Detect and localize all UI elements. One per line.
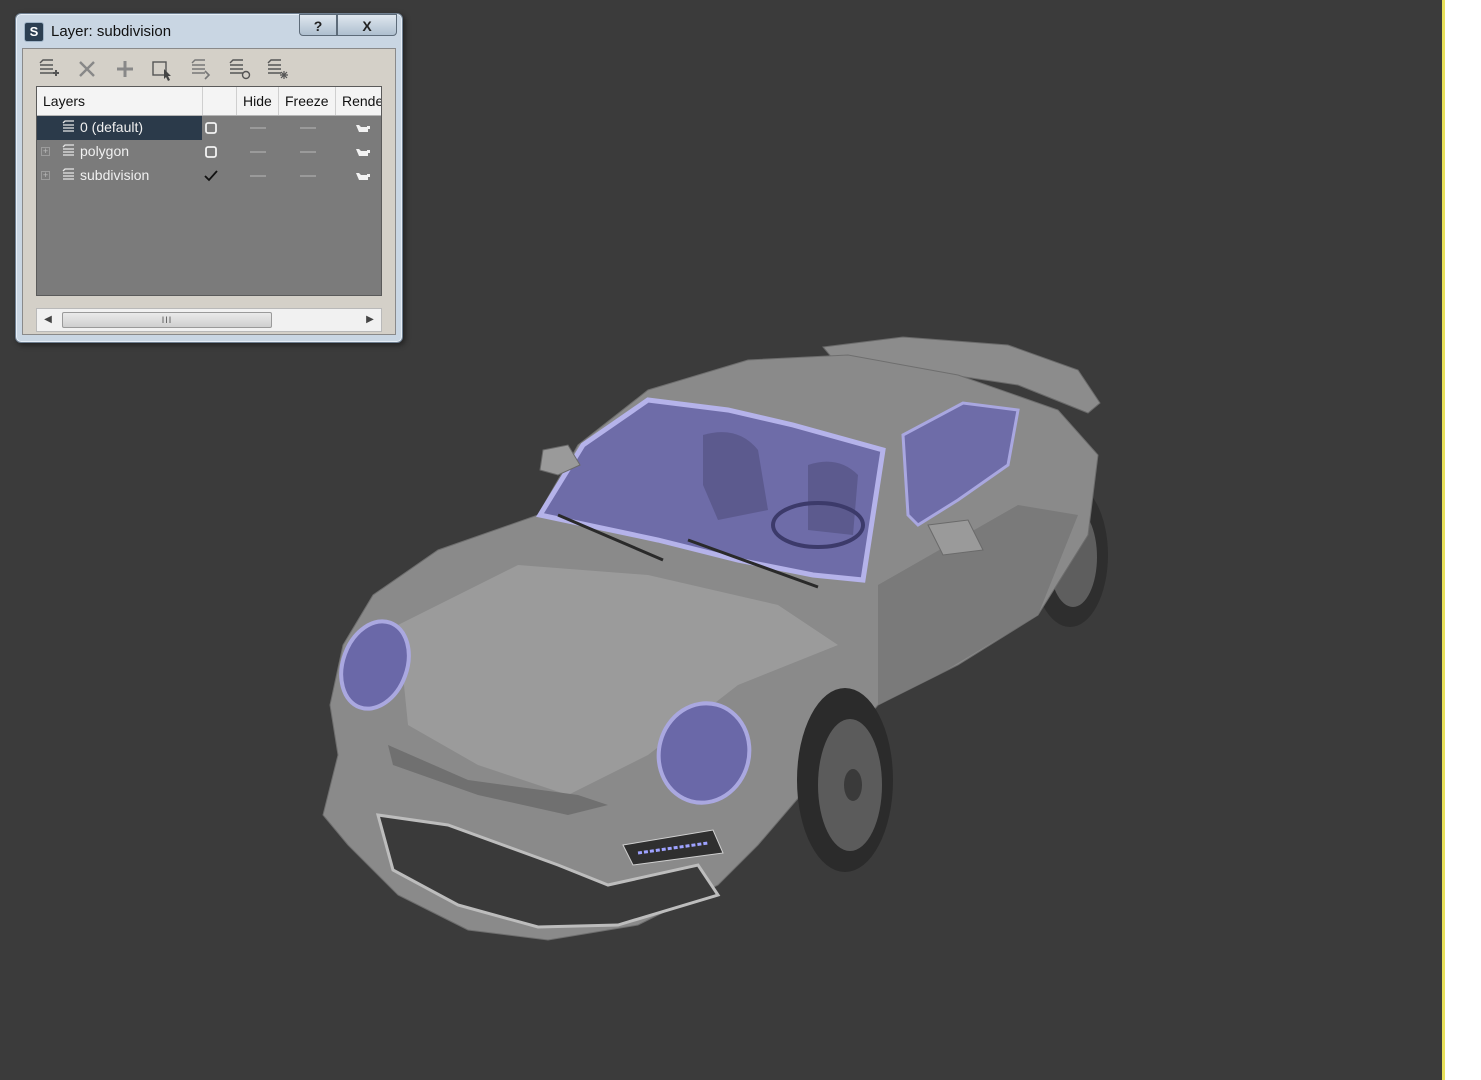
column-header-current[interactable] bbox=[203, 87, 237, 115]
freeze-toggle[interactable] bbox=[300, 127, 316, 129]
column-header-hide[interactable]: Hide bbox=[237, 87, 279, 115]
dialog-title: Layer: subdivision bbox=[51, 23, 172, 40]
layer-list[interactable]: Layers Hide Freeze Rende 0 (default) + p… bbox=[36, 86, 382, 296]
render-teapot-icon[interactable] bbox=[355, 146, 371, 158]
dialog-titlebar[interactable]: S Layer: subdivision ? X bbox=[16, 14, 402, 48]
render-teapot-icon[interactable] bbox=[355, 122, 371, 134]
hide-toggle[interactable] bbox=[250, 127, 266, 129]
hide-toggle[interactable] bbox=[250, 151, 266, 153]
layer-list-header: Layers Hide Freeze Rende bbox=[37, 87, 381, 116]
layer-row-default[interactable]: 0 (default) bbox=[37, 116, 381, 140]
column-header-render[interactable]: Rende bbox=[336, 87, 381, 115]
highlight-selected-layers-icon[interactable] bbox=[187, 57, 215, 83]
scroll-right-arrow-icon[interactable]: ▶ bbox=[363, 309, 377, 331]
app-logo-icon: S bbox=[24, 22, 44, 42]
delete-layer-icon[interactable] bbox=[73, 57, 101, 83]
dialog-content: Layers Hide Freeze Rende 0 (default) + p… bbox=[22, 48, 396, 335]
render-teapot-icon[interactable] bbox=[355, 170, 371, 182]
horizontal-scrollbar[interactable]: ◀ III ▶ bbox=[36, 308, 382, 332]
layer-stack-icon bbox=[62, 120, 74, 132]
hide-unhide-all-layers-icon[interactable] bbox=[225, 57, 253, 83]
freeze-unfreeze-all-layers-icon[interactable] bbox=[263, 57, 291, 83]
layer-stack-icon bbox=[62, 168, 74, 180]
active-layer-check-icon[interactable] bbox=[204, 169, 218, 183]
layer-dialog[interactable]: S Layer: subdivision ? X Layers Hide Fre… bbox=[15, 13, 403, 343]
column-header-layers[interactable]: Layers bbox=[37, 87, 203, 115]
close-button[interactable]: X bbox=[337, 14, 397, 36]
freeze-toggle[interactable] bbox=[300, 175, 316, 177]
layer-name: polygon bbox=[80, 143, 130, 159]
scroll-thumb[interactable]: III bbox=[62, 312, 272, 328]
freeze-toggle[interactable] bbox=[300, 151, 316, 153]
car-model[interactable] bbox=[318, 325, 1118, 945]
layer-row-subdivision[interactable]: + subdivision bbox=[37, 164, 381, 188]
expand-icon[interactable]: + bbox=[41, 147, 50, 156]
layer-current-checkbox[interactable] bbox=[204, 145, 218, 159]
layer-name-cell[interactable]: + subdivision bbox=[37, 164, 202, 188]
select-objects-in-layer-icon[interactable] bbox=[149, 57, 177, 83]
layer-name: subdivision bbox=[80, 167, 150, 183]
column-header-freeze[interactable]: Freeze bbox=[279, 87, 336, 115]
layer-stack-icon bbox=[62, 144, 74, 156]
layer-current-checkbox[interactable] bbox=[204, 121, 218, 135]
layer-name: 0 (default) bbox=[80, 119, 144, 135]
help-button[interactable]: ? bbox=[299, 14, 337, 36]
hide-toggle[interactable] bbox=[250, 175, 266, 177]
layer-name-cell[interactable]: + polygon bbox=[37, 140, 202, 164]
add-selection-to-layer-icon[interactable] bbox=[111, 57, 139, 83]
right-panel-edge bbox=[1445, 0, 1481, 1080]
layer-name-cell[interactable]: 0 (default) bbox=[37, 116, 202, 140]
create-new-layer-icon[interactable] bbox=[35, 57, 63, 83]
scroll-left-arrow-icon[interactable]: ◀ bbox=[41, 309, 55, 331]
layer-row-polygon[interactable]: + polygon bbox=[37, 140, 381, 164]
expand-icon[interactable]: + bbox=[41, 171, 50, 180]
